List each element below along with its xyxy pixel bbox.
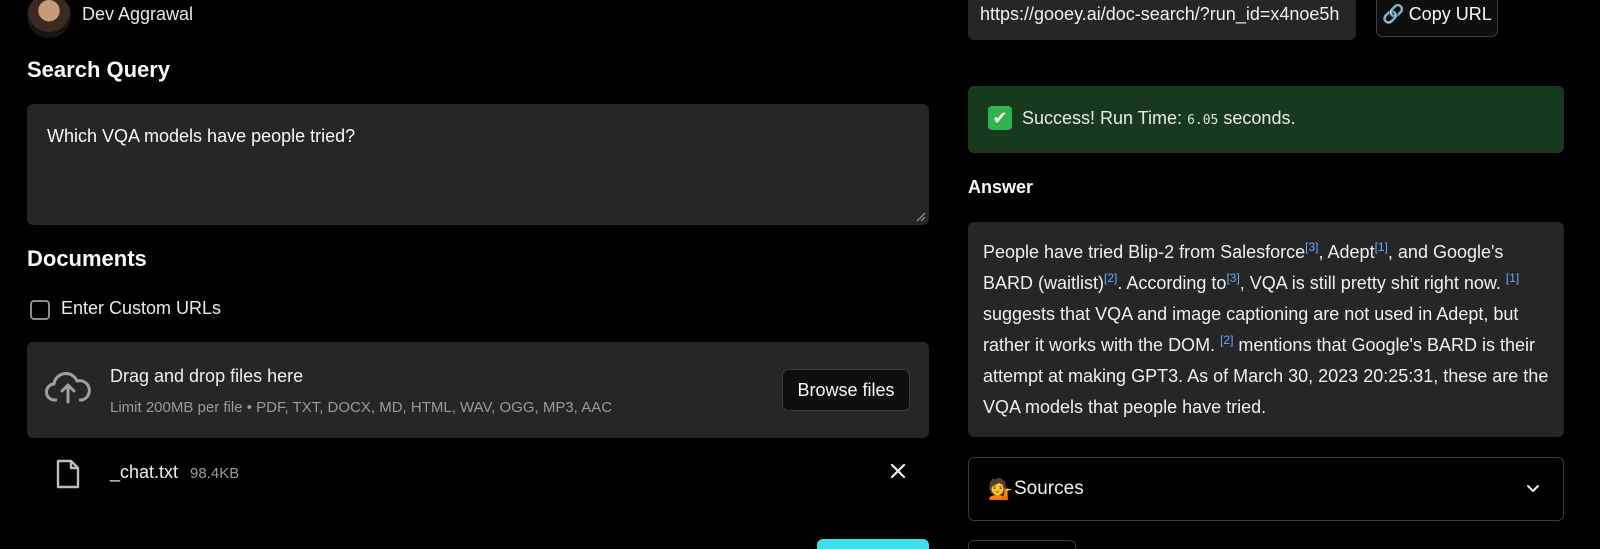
answer-heading: Answer bbox=[968, 177, 1034, 197]
answer-seg: , VQA is still pretty shit right now. bbox=[1239, 273, 1506, 293]
citation-link[interactable]: [2] bbox=[1220, 333, 1233, 347]
resize-grip-icon[interactable] bbox=[916, 212, 926, 222]
answer-text: People have tried Blip-2 from Salesforce… bbox=[968, 222, 1564, 437]
file-icon bbox=[56, 459, 80, 489]
custom-urls-label: Enter Custom URLs bbox=[61, 298, 222, 318]
answer-seg: , Adept bbox=[1318, 242, 1375, 262]
citation-link[interactable]: [1] bbox=[1375, 240, 1388, 254]
sources-label: Sources bbox=[1014, 478, 1084, 499]
remove-file-icon[interactable] bbox=[889, 462, 907, 480]
link-icon: 🔗 bbox=[1382, 4, 1405, 24]
uploaded-file-size: 98.4KB bbox=[190, 465, 240, 482]
uploaded-file-name: _chat.txt bbox=[110, 462, 179, 482]
success-prefix: Success! Run Time: bbox=[1022, 108, 1183, 128]
dropzone-limit: Limit 200MB per file • PDF, TXT, DOCX, M… bbox=[110, 399, 613, 416]
avatar bbox=[27, 0, 71, 38]
run-time-value: 6.05 bbox=[1187, 113, 1219, 128]
secondary-button[interactable] bbox=[968, 540, 1076, 549]
author-name: Dev Aggrawal bbox=[82, 4, 194, 24]
success-message: Success! Run Time: 6.05 seconds. bbox=[1022, 108, 1295, 129]
search-query-heading: Search Query bbox=[27, 57, 171, 82]
documents-heading: Documents bbox=[27, 246, 147, 271]
custom-urls-checkbox[interactable] bbox=[30, 300, 50, 320]
check-icon: ✔ bbox=[988, 106, 1012, 130]
search-query-text: Which VQA models have people tried? bbox=[47, 126, 356, 146]
copy-url-label: Copy URL bbox=[1408, 4, 1492, 24]
browse-files-button[interactable]: Browse files bbox=[782, 369, 910, 411]
cloud-upload-icon bbox=[45, 372, 91, 404]
person-tipping-hand-icon: 💁 bbox=[988, 479, 1013, 501]
citation-link[interactable]: [1] bbox=[1506, 271, 1519, 285]
copy-url-button[interactable]: 🔗 Copy URL bbox=[1376, 0, 1498, 37]
dropzone-title: Drag and drop files here bbox=[110, 366, 304, 386]
answer-seg: . According to bbox=[1117, 273, 1227, 293]
citation-link[interactable]: [3] bbox=[1226, 271, 1239, 285]
answer-seg: People have tried Blip-2 from Salesforce bbox=[983, 242, 1306, 262]
submit-button[interactable] bbox=[817, 539, 929, 549]
search-query-input[interactable]: Which VQA models have people tried? bbox=[27, 104, 929, 225]
citation-link[interactable]: [2] bbox=[1104, 271, 1117, 285]
chevron-down-icon[interactable] bbox=[1526, 482, 1540, 496]
share-url-input[interactable]: https://gooey.ai/doc-search/?run_id=x4no… bbox=[968, 0, 1356, 40]
success-suffix: seconds. bbox=[1223, 108, 1296, 128]
citation-link[interactable]: [3] bbox=[1305, 240, 1318, 254]
